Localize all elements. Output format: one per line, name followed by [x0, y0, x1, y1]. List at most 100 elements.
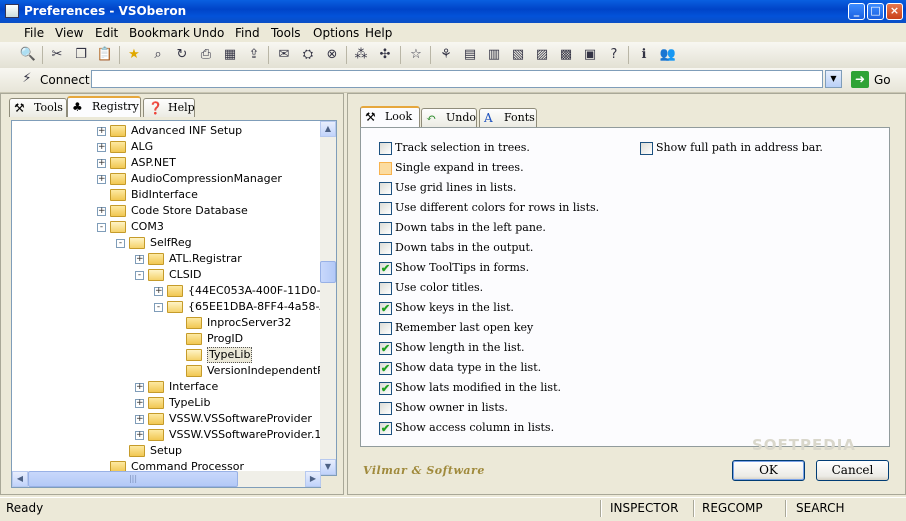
vertical-scrollbar[interactable]: ▲ ▼ [320, 121, 336, 475]
menu-edit[interactable]: Edit [95, 26, 118, 40]
value-delete-icon[interactable]: ▩ [557, 46, 575, 64]
value-edit-icon[interactable]: ▥ [485, 46, 503, 64]
tree-item[interactable]: + ASP.NET [12, 155, 318, 171]
ok-button[interactable]: OK [732, 460, 805, 481]
tree-item[interactable]: InprocServer32 [12, 315, 318, 331]
collapse-icon[interactable]: - [154, 303, 163, 312]
tree-item[interactable]: - CLSID [12, 267, 318, 283]
checkbox[interactable] [379, 402, 392, 415]
menu-undo[interactable]: Undo [193, 26, 224, 40]
tree-item[interactable]: + AudioCompressionManager [12, 171, 318, 187]
connect-icon[interactable]: ⚡ [18, 70, 36, 88]
menu-options[interactable]: Options [313, 26, 359, 40]
close-button[interactable]: × [886, 3, 903, 20]
checkbox[interactable] [379, 222, 392, 235]
cut-icon[interactable]: ✂ [48, 46, 66, 64]
expand-icon[interactable]: + [135, 383, 144, 392]
checkbox[interactable] [640, 142, 653, 155]
info-icon[interactable]: ℹ [635, 46, 653, 64]
expand-icon[interactable]: + [97, 207, 106, 216]
tab-tools[interactable]: ⚒ Tools [9, 98, 67, 117]
expand-icon[interactable]: + [97, 159, 106, 168]
tree-icon[interactable]: ⚘ [437, 46, 455, 64]
tree-item[interactable]: - COM3 [12, 219, 318, 235]
tree-item[interactable]: + Interface [12, 379, 318, 395]
star-icon[interactable]: ★ [125, 46, 143, 64]
scroll-up-button[interactable]: ▲ [320, 121, 336, 137]
checkbox[interactable] [379, 162, 392, 175]
registry-add-icon[interactable]: ✣ [376, 46, 394, 64]
expand-icon[interactable]: + [135, 431, 144, 440]
cancel-button[interactable]: Cancel [816, 460, 889, 481]
message-icon[interactable]: ✉ [275, 46, 293, 64]
collapse-icon[interactable]: - [116, 239, 125, 248]
checkbox[interactable] [379, 282, 392, 295]
tree-item[interactable]: + Code Store Database [12, 203, 318, 219]
menu-file[interactable]: File [24, 26, 44, 40]
value-copy-icon[interactable]: ▧ [509, 46, 527, 64]
go-arrow-icon[interactable]: ➜ [851, 71, 869, 88]
expand-icon[interactable]: + [97, 127, 106, 136]
tree-item[interactable]: + ATL.Registrar [12, 251, 318, 267]
expand-icon[interactable]: + [97, 143, 106, 152]
tree-item[interactable]: + VSSW.VSSoftwareProvider.1 [12, 427, 321, 443]
chevron-down-icon[interactable]: ▼ [825, 70, 842, 88]
tree-item[interactable]: BidInterface [12, 187, 318, 203]
address-input[interactable] [91, 70, 823, 88]
go-button[interactable]: Go [874, 73, 891, 87]
expand-icon[interactable]: + [135, 255, 144, 264]
scroll-right-button[interactable]: ▶ [305, 471, 321, 487]
scroll-left-button[interactable]: ◀ [12, 471, 28, 487]
find-icon[interactable]: ⌕ [149, 46, 167, 64]
expand-icon[interactable]: + [97, 175, 106, 184]
checkbox-checked[interactable]: ✔ [379, 342, 392, 355]
menu-find[interactable]: Find [235, 26, 260, 40]
tree-item[interactable]: - SelfReg [12, 235, 318, 251]
scroll-down-button[interactable]: ▼ [320, 459, 336, 475]
menu-help[interactable]: Help [365, 26, 392, 40]
menu-tools[interactable]: Tools [271, 26, 301, 40]
print-icon[interactable]: ⎙ [197, 46, 215, 64]
tree-item[interactable]: + ALG [12, 139, 318, 155]
tab-fonts[interactable]: A Fonts [479, 108, 537, 127]
expand-icon[interactable]: + [135, 415, 144, 424]
help-icon[interactable]: ? [605, 46, 623, 64]
horizontal-scroll-thumb[interactable]: ||| [28, 471, 238, 487]
tab-registry[interactable]: ♣ Registry [67, 96, 141, 117]
network-icon[interactable]: ⛭ [299, 46, 317, 64]
menu-view[interactable]: View [55, 26, 83, 40]
tab-help[interactable]: ❓ Help [143, 98, 195, 117]
stop-icon[interactable]: ⊗ [323, 46, 341, 64]
tree-item[interactable]: TypeLib [12, 347, 318, 363]
users-icon[interactable]: 👥 [659, 46, 677, 64]
tree-item[interactable]: + Advanced INF Setup [12, 123, 318, 139]
collapse-icon[interactable]: - [97, 223, 106, 232]
value-move-icon[interactable]: ▨ [533, 46, 551, 64]
tree-item[interactable]: - {65EE1DBA-8FF4-4a58-AC1 [12, 299, 336, 315]
checkbox-checked[interactable]: ✔ [379, 362, 392, 375]
value-icon[interactable]: ▤ [461, 46, 479, 64]
tree-item[interactable]: ProgID [12, 331, 318, 347]
search-icon[interactable]: 🔍 [19, 46, 37, 64]
maximize-button[interactable]: □ [867, 3, 884, 20]
value-find-icon[interactable]: ▣ [581, 46, 599, 64]
collapse-icon[interactable]: - [135, 271, 144, 280]
checkbox[interactable] [379, 322, 392, 335]
multi-registry-icon[interactable]: ⁂ [352, 46, 370, 64]
checkbox[interactable] [379, 182, 392, 195]
checkbox[interactable] [379, 142, 392, 155]
checkbox[interactable] [379, 242, 392, 255]
registry-tree[interactable]: + Advanced INF Setup + ALG + ASP.NET + AudioCom… [11, 120, 337, 476]
expand-icon[interactable]: + [154, 287, 163, 296]
tree-item[interactable]: + {44EC053A-400F-11D0-9DC [12, 283, 336, 299]
pin-icon[interactable]: ☆ [407, 46, 425, 64]
checkbox-checked[interactable]: ✔ [379, 262, 392, 275]
minimize-button[interactable]: _ [848, 3, 865, 20]
registry-icon[interactable]: ▦ [221, 46, 239, 64]
paste-icon[interactable]: 📋 [96, 46, 114, 64]
copy-icon[interactable]: ❐ [72, 46, 90, 64]
checkbox[interactable] [379, 202, 392, 215]
checkbox-checked[interactable]: ✔ [379, 302, 392, 315]
expand-icon[interactable]: + [135, 399, 144, 408]
scroll-thumb[interactable] [320, 261, 336, 283]
